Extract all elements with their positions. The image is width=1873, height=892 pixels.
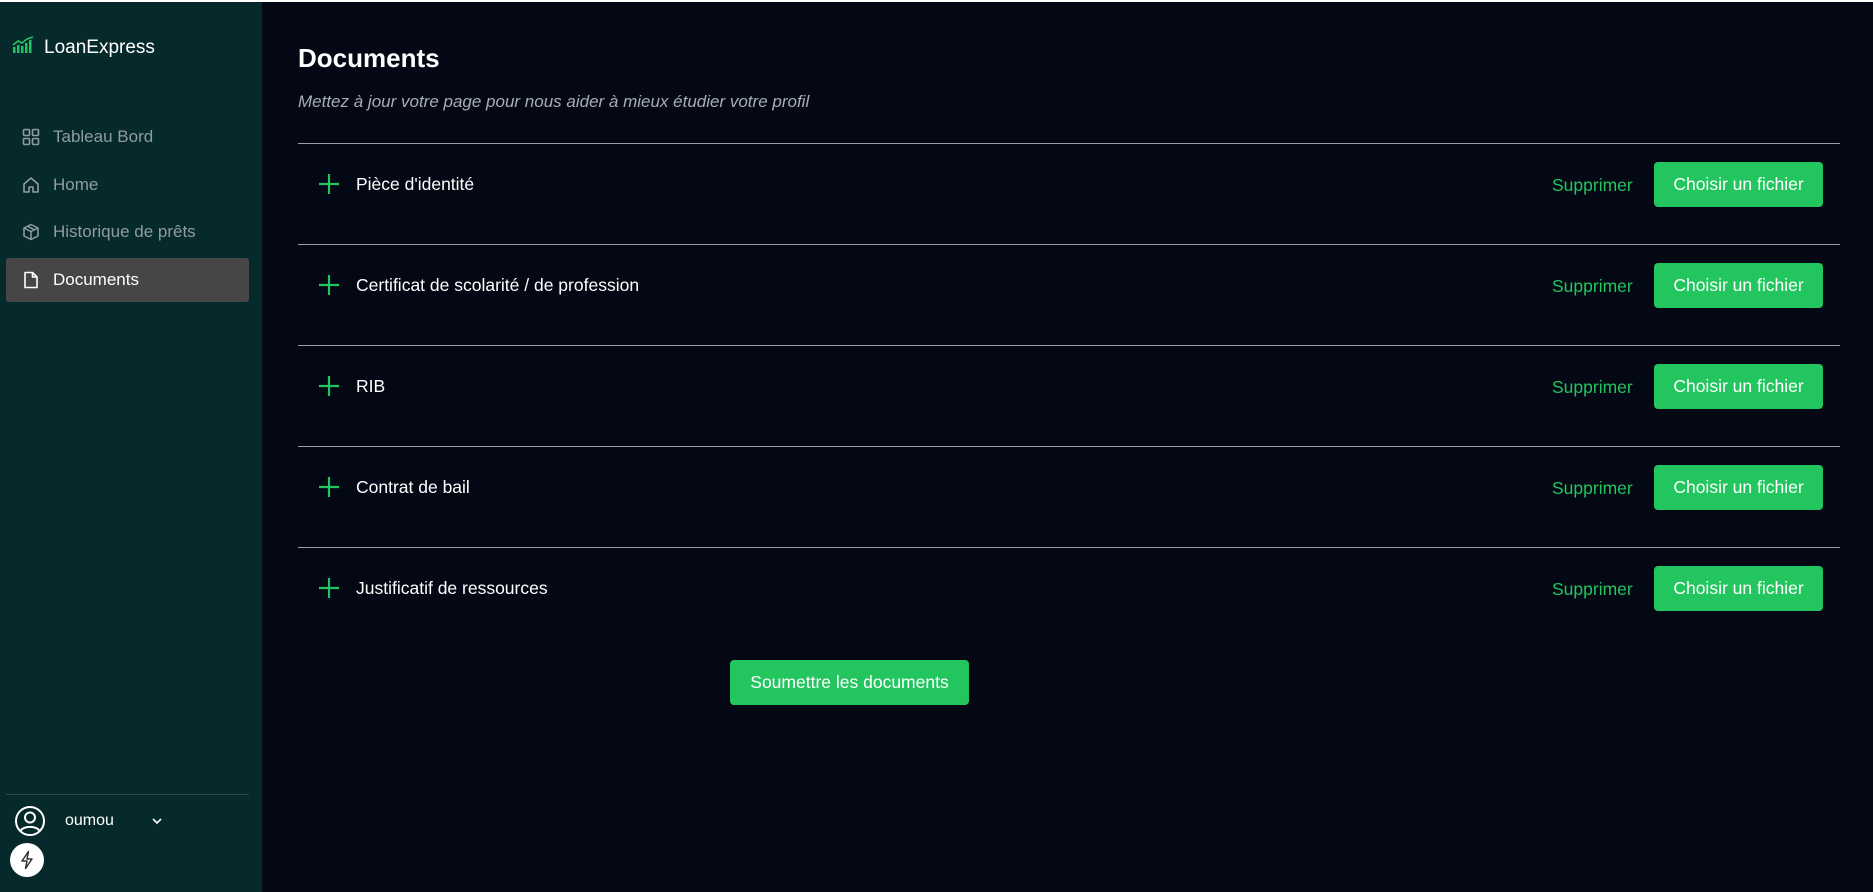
user-circle-icon [14, 805, 46, 837]
plus-icon[interactable] [318, 375, 340, 397]
plus-icon[interactable] [318, 274, 340, 296]
document-row: Certificat de scolarité / de profession … [298, 244, 1840, 345]
choose-file-button[interactable]: Choisir un fichier [1654, 465, 1823, 510]
page-title: Documents [298, 43, 440, 73]
lightning-icon[interactable] [10, 843, 44, 877]
sidebar-item-documents[interactable]: Documents [6, 257, 249, 302]
document-label: Pièce d'identité [356, 174, 475, 194]
file-icon [21, 270, 41, 290]
main-content: Documents Mettez à jour votre page pour … [262, 2, 1873, 892]
box-icon [21, 222, 41, 242]
document-row: RIB Supprimer Choisir un fichier [298, 345, 1840, 446]
sidebar-divider [6, 794, 249, 795]
document-label: Justificatif de ressources [356, 578, 548, 598]
sidebar-item-label: Tableau Bord [53, 127, 154, 146]
brand[interactable]: LoanExpress [12, 36, 155, 59]
document-row: Contrat de bail Supprimer Choisir un fic… [298, 446, 1840, 547]
sidebar-item-label: Documents [53, 269, 139, 289]
brand-name: LoanExpress [44, 36, 155, 58]
plus-icon[interactable] [318, 577, 340, 599]
document-label: RIB [356, 376, 386, 396]
chevron-down-icon [150, 814, 164, 828]
submit-documents-button[interactable]: Soumettre les documents [730, 660, 969, 705]
delete-link[interactable]: Supprimer [1552, 377, 1633, 398]
document-list: Pièce d'identité Supprimer Choisir un fi… [298, 143, 1840, 648]
choose-file-button[interactable]: Choisir un fichier [1654, 566, 1823, 611]
bar-chart-icon [12, 36, 34, 59]
document-row: Pièce d'identité Supprimer Choisir un fi… [298, 143, 1840, 244]
document-label: Certificat de scolarité / de profession [356, 275, 640, 295]
grid-icon [21, 127, 41, 147]
page-subtitle: Mettez à jour votre page pour nous aider… [298, 92, 810, 111]
delete-link[interactable]: Supprimer [1552, 175, 1633, 196]
delete-link[interactable]: Supprimer [1552, 478, 1633, 499]
sidebar-nav: Tableau Bord Home Historique de prêts Do… [6, 115, 249, 305]
sidebar-item-tableau-bord[interactable]: Tableau Bord [6, 115, 249, 159]
delete-link[interactable]: Supprimer [1552, 276, 1633, 297]
plus-icon[interactable] [318, 476, 340, 498]
user-menu[interactable]: oumou [14, 805, 174, 837]
home-icon [21, 175, 41, 195]
sidebar-item-home[interactable]: Home [6, 163, 249, 207]
choose-file-button[interactable]: Choisir un fichier [1654, 263, 1823, 308]
choose-file-button[interactable]: Choisir un fichier [1654, 162, 1823, 207]
document-label: Contrat de bail [356, 477, 470, 497]
plus-icon[interactable] [318, 173, 340, 195]
sidebar-item-label: Home [53, 174, 99, 194]
user-name: oumou [65, 812, 114, 829]
sidebar-item-historique[interactable]: Historique de prêts [6, 210, 249, 254]
choose-file-button[interactable]: Choisir un fichier [1654, 364, 1823, 409]
document-row: Justificatif de ressources Supprimer Cho… [298, 547, 1840, 648]
sidebar-item-label: Historique de prêts [53, 222, 196, 241]
delete-link[interactable]: Supprimer [1552, 579, 1633, 600]
sidebar: LoanExpress Tableau Bord Home Historique… [0, 0, 262, 892]
